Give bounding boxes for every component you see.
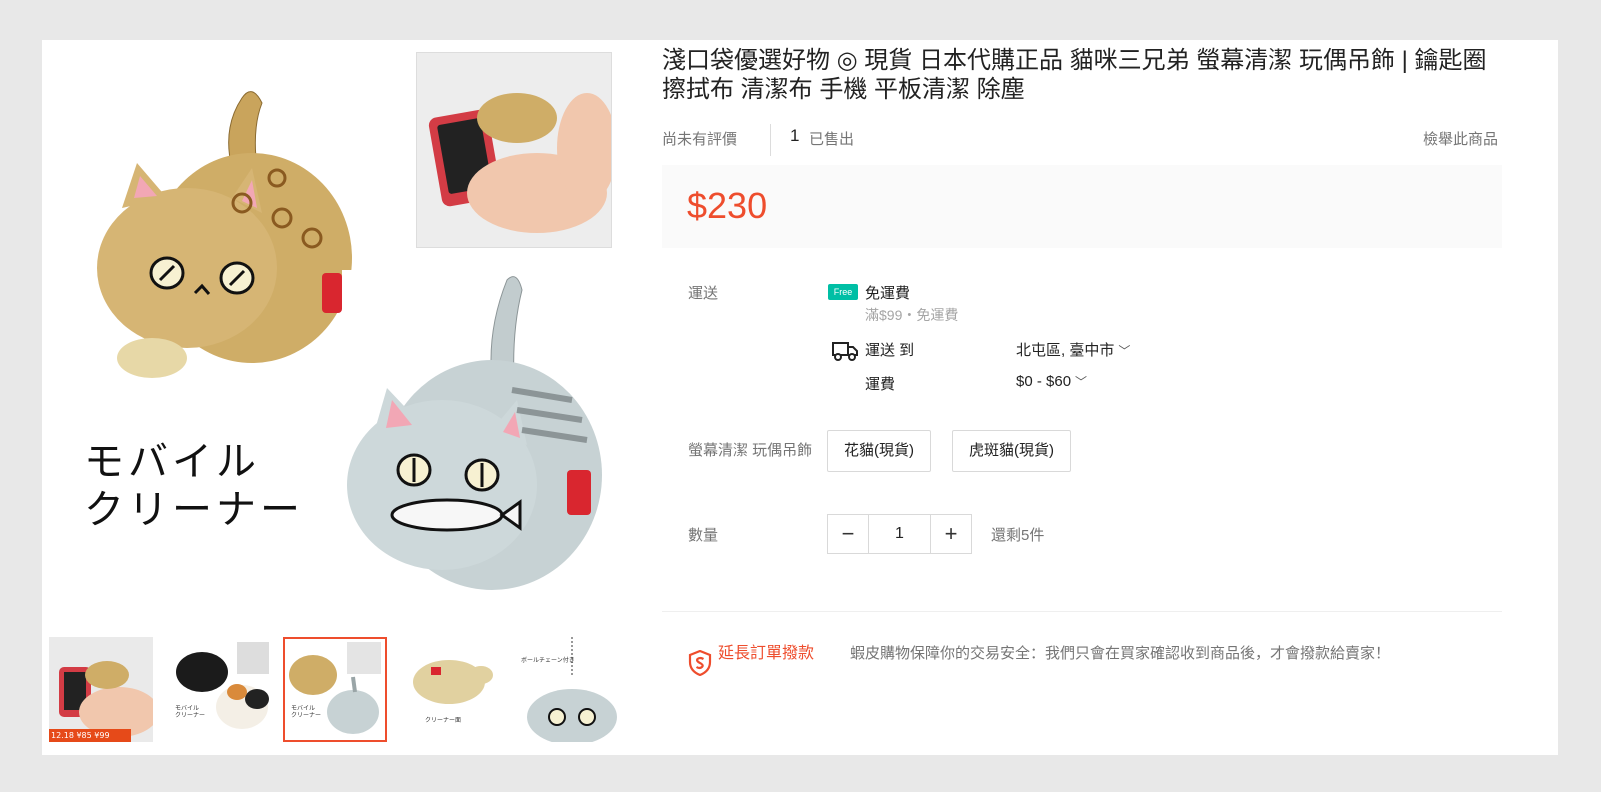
quantity-label: 數量 [688,527,719,544]
main-product-image[interactable]: モバイル クリーナー [52,40,612,622]
thumbnail-strip: 12.18 ¥85 ¥99 モバイル クリーナー モバイル クリーナー クリーナ… [49,637,629,745]
thumbnail-phone-photo [49,637,153,742]
thumbnail-cleaner-side-photo [401,637,505,742]
product-title: 淺口袋優選好物 ◎ 現貨 日本代購正品 貓咪三兄弟 螢幕清潔 玩偶吊飾 | 鑰匙… [662,47,1487,103]
quantity-decrease-button[interactable]: − [828,515,868,553]
price-section: $230 [662,165,1502,248]
gray-cat-plush-image [347,276,602,590]
phone-cleaning-illustration [417,53,612,247]
divider [662,611,1502,612]
stock-remaining: 還剩5件 [991,527,1045,544]
shield-icon [688,650,712,676]
quantity-increase-button[interactable]: + [931,515,971,553]
ship-to-value: 北屯區, 臺中市 [1016,342,1115,359]
variant-label: 螢幕清潔 玩偶吊飾 [688,442,813,459]
inset-phone-cleaning-photo [416,52,612,248]
thumbnail-tan-gray-cat-photo [283,637,387,742]
gray-cat-plush-photo [342,270,602,600]
ship-to-selector[interactable]: 北屯區, 臺中市 ﹀ [1016,339,1130,360]
free-shipping-icon: Free [828,284,858,300]
thumbnail-mini-caption: ボールチェーン付き [521,657,575,664]
thumbnail-mini-caption: モバイル クリーナー [175,705,206,719]
report-product-link[interactable]: 檢舉此商品 [1423,128,1498,149]
guarantee-title[interactable]: 延長訂單撥款 [718,644,818,664]
shipping-fee-value: $0 - $60 [1016,373,1072,390]
rating-status[interactable]: 尚未有評價 [662,128,737,149]
truck-icon [832,342,858,361]
variant-option-tabby[interactable]: 虎斑貓(現貨) [952,430,1071,472]
thumbnail-mini-caption: モバイル クリーナー [291,705,322,719]
free-shipping-title: 免運費 [865,285,911,302]
thumbnail-1[interactable]: 12.18 ¥85 ¥99 [49,637,153,742]
thumbnail-2[interactable]: モバイル クリーナー [167,637,271,742]
chevron-down-icon: ﹀ [1118,344,1131,358]
free-shipping-condition: 滿$99・免運費 [865,307,959,323]
product-card: モバイル クリーナー 12.18 ¥85 ¥99 モバイル クリーナー モバイル… [42,40,1558,755]
thumbnail-3-active[interactable]: モバイル クリーナー [283,637,387,742]
product-meta-row: 尚未有評價 1 已售出 檢舉此商品 [662,124,1498,156]
shipping-fee-selector[interactable]: $0 - $60 ﹀ [1016,373,1087,390]
sold-count: 1 [790,126,800,145]
guarantee-description: 蝦皮購物保障你的交易安全：我們只會在買家確認收到商品後，才會撥款給賣家！ [850,645,1391,662]
thumbnail-black-cat-photo [167,637,271,742]
shipping-fee-label: 運費 [865,376,896,393]
sold-label: 已售出 [809,131,855,148]
thumbnail-promo-caption: 12.18 ¥85 ¥99 [49,729,131,742]
thumbnail-4[interactable]: クリーナー面 [401,637,505,742]
chevron-down-icon: ﹀ [1075,375,1088,389]
main-image-caption: モバイル クリーナー [84,439,304,533]
thumbnail-5[interactable]: ボールチェーン付き [517,637,617,742]
ship-to-label: 運送 到 [865,342,915,359]
variant-option-calico[interactable]: 花貓(現貨) [827,430,931,472]
thumbnail-mini-caption: クリーナー面 [425,717,462,724]
product-price: $230 [687,185,768,226]
product-gallery: モバイル クリーナー 12.18 ¥85 ¥99 モバイル クリーナー モバイル… [42,40,632,755]
meta-divider [770,124,771,156]
quantity-stepper: − 1 + [827,514,972,554]
quantity-input[interactable]: 1 [868,515,931,553]
shipping-label: 運送 [688,285,719,302]
product-info-panel: 淺口袋優選好物 ◎ 現貨 日本代購正品 貓咪三兄弟 螢幕清潔 玩偶吊飾 | 鑰匙… [662,40,1558,755]
thumbnail-ballchain-photo [517,637,617,742]
tan-cat-plush-image [97,91,352,378]
